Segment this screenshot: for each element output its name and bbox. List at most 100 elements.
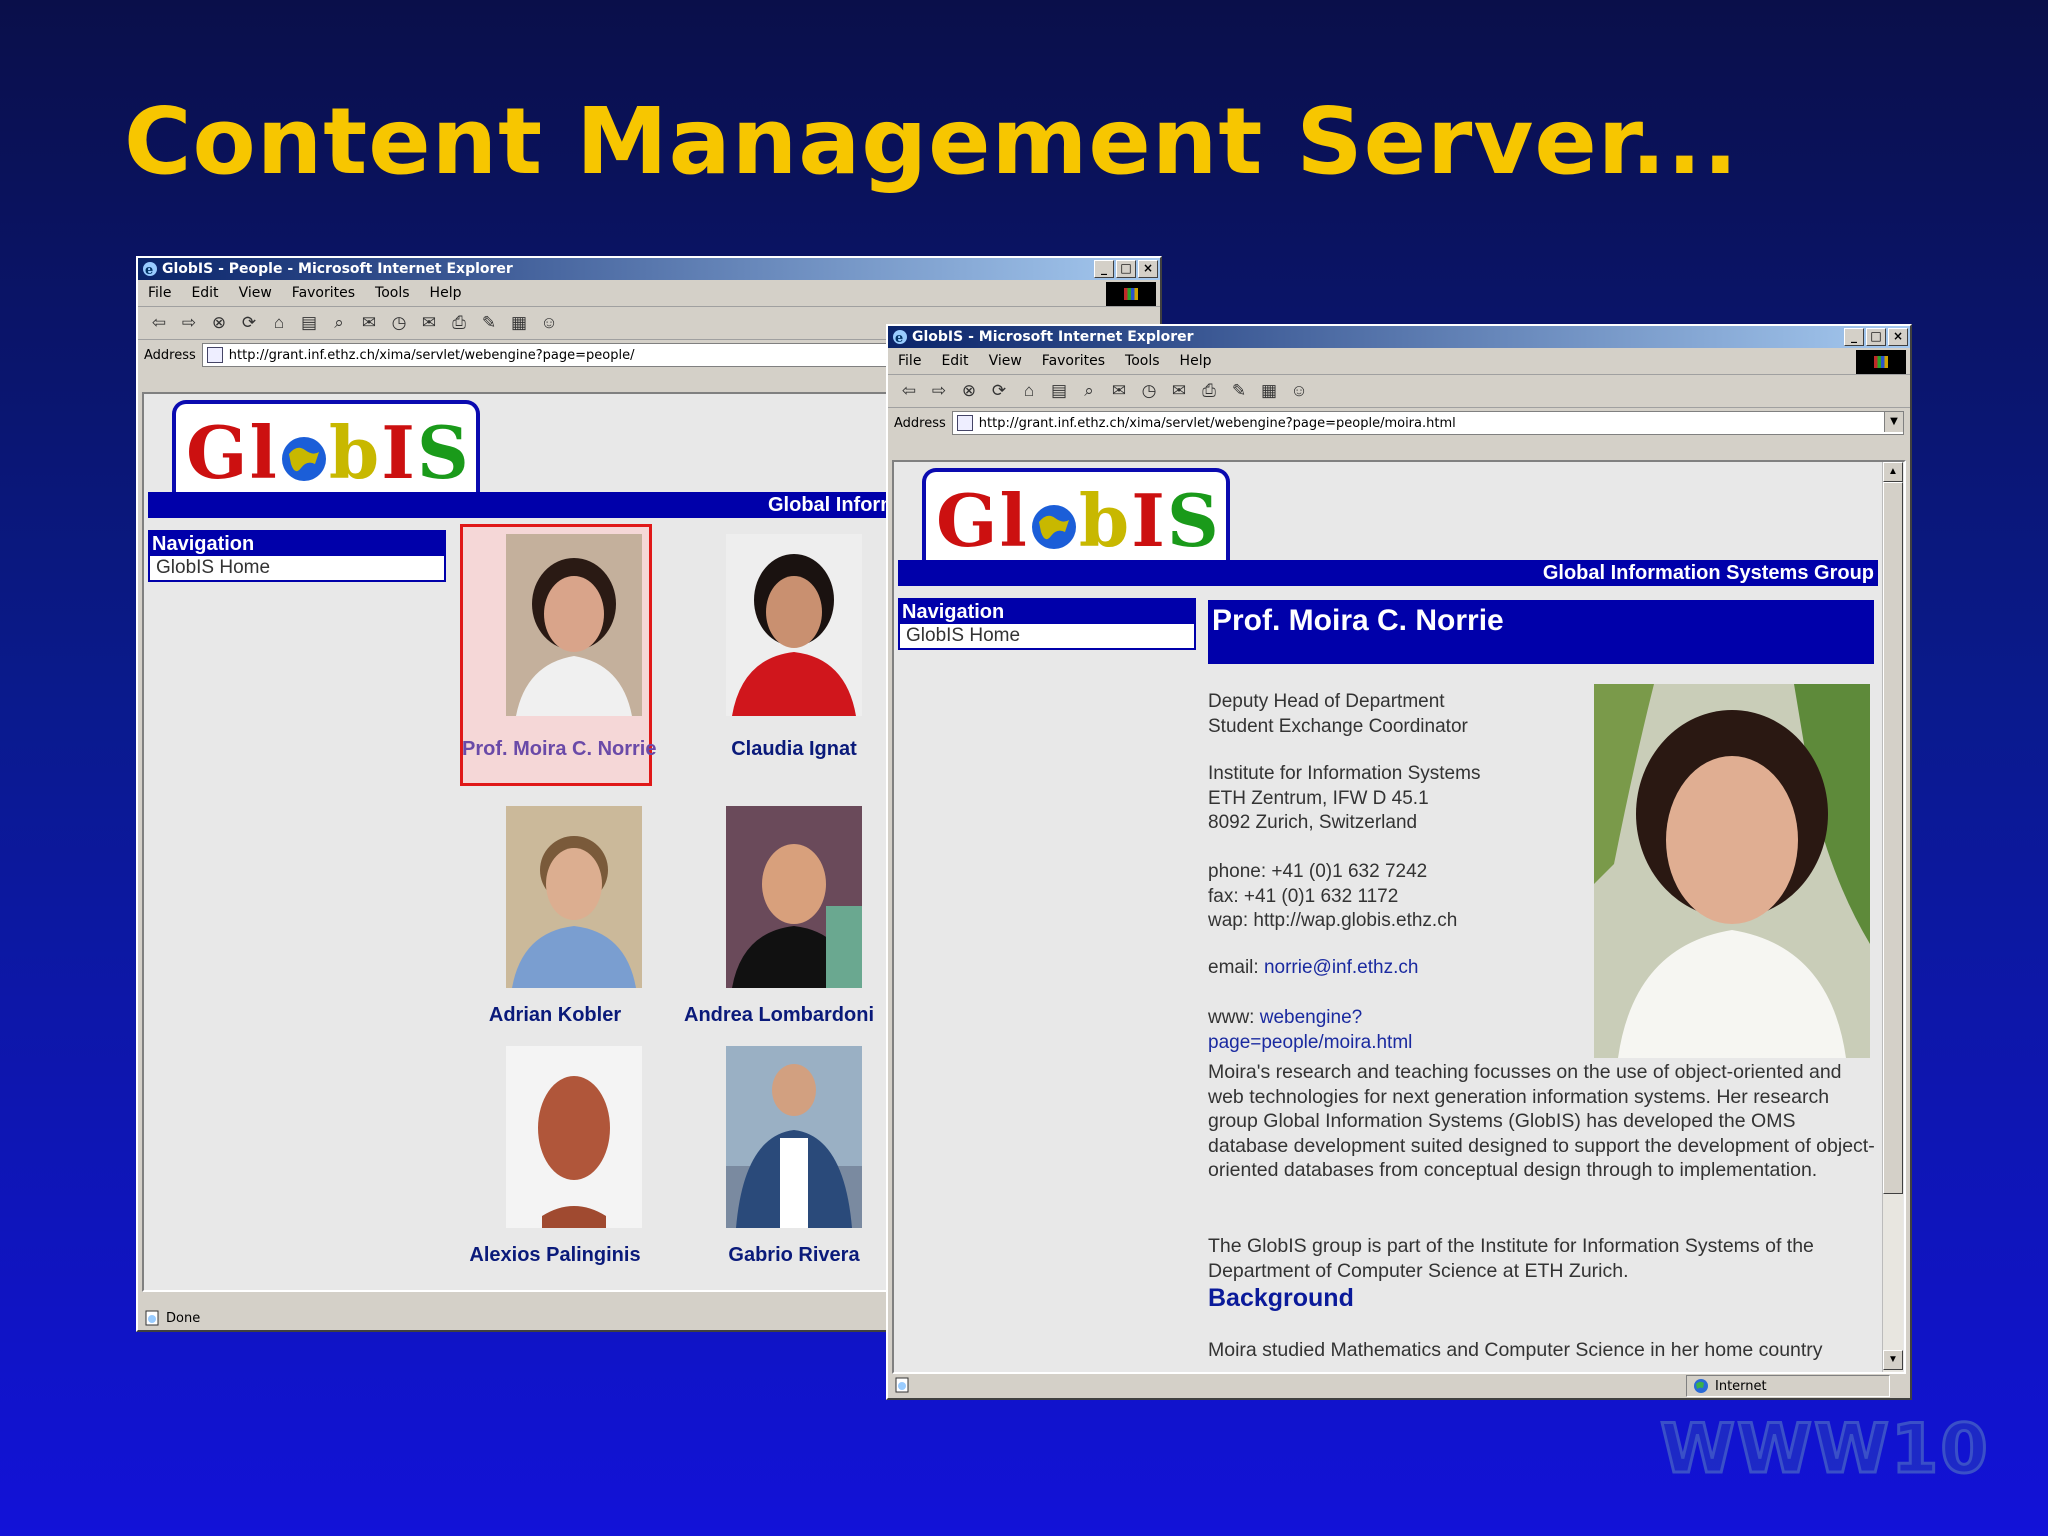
mail-icon[interactable]: ✉ — [1168, 380, 1190, 402]
history-icon[interactable]: ◷ — [388, 312, 410, 334]
stop-icon[interactable]: ⊗ — [208, 312, 230, 334]
status-bar: Internet — [888, 1372, 1910, 1398]
close-button[interactable]: × — [1138, 260, 1158, 278]
scroll-down-icon[interactable]: ▼ — [1883, 1350, 1903, 1370]
refresh-icon[interactable]: ⟳ — [238, 312, 260, 334]
email-link[interactable]: norrie@inf.ethz.ch — [1264, 957, 1418, 978]
navigation-heading: Navigation — [150, 532, 444, 556]
favorites-icon[interactable]: ✉ — [358, 312, 380, 334]
back-icon[interactable]: ⇦ — [898, 380, 920, 402]
person-name-alexios[interactable]: Alexios Palinginis — [452, 1244, 658, 1267]
nav-globis-home-link[interactable]: GlobIS Home — [150, 556, 444, 580]
menu-favorites[interactable]: Favorites — [292, 285, 355, 301]
role-exchange-coordinator: Student Exchange Coordinator — [1208, 715, 1468, 737]
menu-bar: File Edit View Favorites Tools Help — [138, 280, 1160, 307]
scroll-up-icon[interactable]: ▲ — [1883, 462, 1903, 482]
mail-icon[interactable]: ✉ — [418, 312, 440, 334]
menu-tools[interactable]: Tools — [375, 285, 410, 301]
menu-favorites[interactable]: Favorites — [1042, 353, 1105, 369]
ie-icon: e — [893, 330, 907, 345]
window-title: GlobIS - People - Microsoft Internet Exp… — [162, 261, 513, 277]
edit-icon[interactable]: ✎ — [478, 312, 500, 334]
vertical-scrollbar[interactable]: ▲ ▼ — [1882, 462, 1903, 1372]
slide-title: Content Management Server... — [124, 88, 1739, 195]
ie-icon: e — [143, 262, 157, 277]
menu-tools[interactable]: Tools — [1125, 353, 1160, 369]
address-url: http://grant.inf.ethz.ch/xima/servlet/we… — [978, 415, 1456, 431]
menu-help[interactable]: Help — [1180, 353, 1212, 369]
back-icon[interactable]: ⇦ — [148, 312, 170, 334]
menu-file[interactable]: File — [148, 285, 171, 301]
toolbar: ⇦ ⇨ ⊗ ⟳ ⌂ ▤ ⌕ ✉ ◷ ✉ ⎙ ✎ ▦ ☺ — [888, 375, 1910, 408]
navigation-heading: Navigation — [900, 600, 1194, 624]
menu-view[interactable]: View — [989, 353, 1022, 369]
www-label: www: — [1208, 1007, 1260, 1028]
www10-watermark: WWW10 — [1659, 1409, 1990, 1491]
home-icon[interactable]: ⌂ — [268, 312, 290, 334]
forward-icon[interactable]: ⇨ — [178, 312, 200, 334]
maximize-button[interactable]: □ — [1866, 328, 1886, 346]
minimize-button[interactable]: _ — [1844, 328, 1864, 346]
email-label: email: — [1208, 957, 1264, 978]
person-name-adrian[interactable]: Adrian Kobler — [462, 1004, 648, 1027]
profile-group-paragraph: The GlobIS group is part of the Institut… — [1208, 1235, 1814, 1282]
status-text: Done — [166, 1310, 201, 1326]
menu-edit[interactable]: Edit — [191, 285, 218, 301]
menu-help[interactable]: Help — [430, 285, 462, 301]
person-photo[interactable] — [726, 806, 862, 988]
menu-edit[interactable]: Edit — [941, 353, 968, 369]
person-photo[interactable] — [506, 534, 642, 716]
sidebar-icon[interactable]: ▤ — [298, 312, 320, 334]
window-title: GlobIS - Microsoft Internet Explorer — [912, 329, 1194, 345]
profile-roles: Deputy Head of Department Student Exchan… — [1208, 690, 1468, 739]
person-photo[interactable] — [726, 534, 862, 716]
print-icon[interactable]: ⎙ — [1198, 380, 1220, 402]
history-icon[interactable]: ◷ — [1138, 380, 1160, 402]
person-photo[interactable] — [726, 1046, 862, 1228]
print-icon[interactable]: ⎙ — [448, 312, 470, 334]
profile-www: www: webengine? page=people/moira.html — [1208, 1006, 1412, 1055]
address-input[interactable]: http://grant.inf.ethz.ch/xima/servlet/we… — [951, 411, 1904, 435]
globis-logo: Gl bIS — [922, 468, 1230, 564]
fax-number: fax: +41 (0)1 632 1172 — [1208, 885, 1399, 907]
www-link[interactable]: webengine? — [1260, 1007, 1362, 1028]
person-photo[interactable] — [506, 806, 642, 988]
messenger-icon[interactable]: ☺ — [1288, 380, 1310, 402]
edit-icon[interactable]: ✎ — [1228, 380, 1250, 402]
navigation-box: Navigation GlobIS Home — [898, 598, 1196, 650]
search-icon[interactable]: ⌕ — [328, 312, 350, 334]
menu-file[interactable]: File — [898, 353, 921, 369]
minimize-button[interactable]: _ — [1094, 260, 1114, 278]
person-name-andrea[interactable]: Andrea Lombardoni — [684, 1004, 884, 1027]
discuss-icon[interactable]: ▦ — [508, 312, 530, 334]
address-dropdown-icon[interactable]: ▼ — [1884, 412, 1903, 432]
nav-globis-home-link[interactable]: GlobIS Home — [900, 624, 1194, 648]
forward-icon[interactable]: ⇨ — [928, 380, 950, 402]
discuss-icon[interactable]: ▦ — [1258, 380, 1280, 402]
role-deputy-head: Deputy Head of Department — [1208, 691, 1445, 712]
refresh-icon[interactable]: ⟳ — [988, 380, 1010, 402]
www-link-continued[interactable]: page=people/moira.html — [1208, 1031, 1412, 1056]
scroll-thumb[interactable] — [1883, 482, 1903, 1194]
person-name-moira[interactable]: Prof. Moira C. Norrie — [462, 738, 656, 761]
person-photo[interactable] — [506, 1046, 642, 1228]
stop-icon[interactable]: ⊗ — [958, 380, 980, 402]
windows-logo-icon — [1856, 350, 1906, 374]
person-name-gabrio[interactable]: Gabrio Rivera — [704, 1244, 884, 1267]
favorites-icon[interactable]: ✉ — [1108, 380, 1130, 402]
menu-bar: File Edit View Favorites Tools Help — [888, 348, 1910, 375]
maximize-button[interactable]: □ — [1116, 260, 1136, 278]
site-banner: Global Information Systems Group — [898, 560, 1878, 586]
messenger-icon[interactable]: ☺ — [538, 312, 560, 334]
page-status-icon — [895, 1377, 909, 1393]
close-button[interactable]: × — [1888, 328, 1908, 346]
sidebar-icon[interactable]: ▤ — [1048, 380, 1070, 402]
person-name-claudia[interactable]: Claudia Ignat — [704, 738, 884, 761]
svg-text:e: e — [895, 331, 903, 345]
menu-view[interactable]: View — [239, 285, 272, 301]
windows-logo-icon — [1106, 282, 1156, 306]
home-icon[interactable]: ⌂ — [1018, 380, 1040, 402]
address-label: Address — [894, 415, 946, 431]
search-icon[interactable]: ⌕ — [1078, 380, 1100, 402]
profile-photo — [1594, 684, 1870, 1058]
